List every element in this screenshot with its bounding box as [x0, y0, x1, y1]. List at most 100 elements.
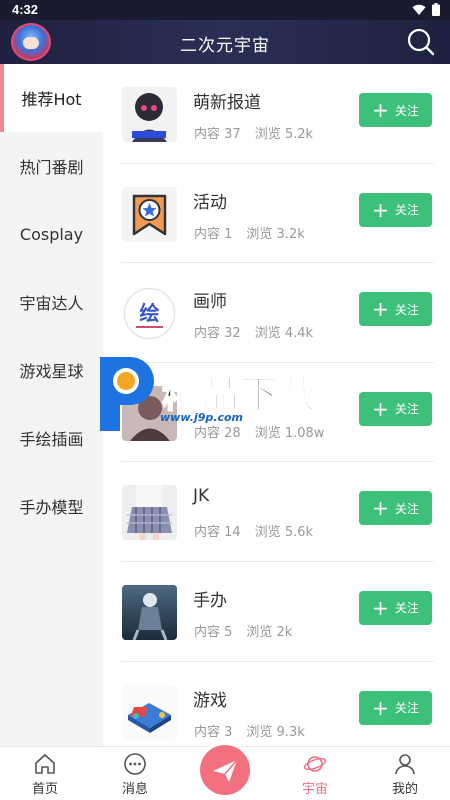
plus-icon: + — [372, 695, 389, 720]
list-item[interactable]: JK 内容 14 浏览 5.6k + 关注 — [103, 462, 450, 562]
plus-icon: + — [372, 496, 389, 521]
nav-home[interactable]: 首页 — [0, 747, 90, 800]
sidebar-item-recommend[interactable]: 推荐Hot — [0, 64, 103, 132]
app-root: 4:32 二次元宇宙 推荐Hot 热门番剧 Cosplay 宇宙达人 游戏星球 … — [0, 0, 450, 800]
follow-button[interactable]: + 关注 — [359, 292, 432, 327]
follow-button[interactable]: + 关注 — [359, 93, 432, 127]
status-bar: 4:32 — [0, 0, 450, 20]
sidebar-item-label: 热门番剧 — [19, 158, 84, 177]
topic-stats: 内容 3 浏览 9.3k — [194, 721, 305, 740]
plus-icon: + — [372, 595, 389, 620]
nav-messages[interactable]: 消息 — [90, 747, 180, 800]
follow-button[interactable]: + 关注 — [359, 192, 432, 227]
follow-button[interactable]: + 关注 — [359, 690, 432, 725]
wifi-icon — [412, 4, 426, 15]
content-count: 内容 5 — [194, 624, 233, 640]
planet-icon — [303, 756, 327, 772]
app-header: 二次元宇宙 — [0, 20, 450, 64]
anime-girl-thumbnail — [122, 87, 177, 142]
follow-button[interactable]: + 关注 — [359, 590, 432, 625]
sidebar-item-label: 宇宙达人 — [19, 294, 84, 313]
plus-icon: + — [372, 98, 389, 122]
topic-stats: 内容 37 浏览 5.2k — [194, 123, 313, 142]
sidebar-item-label: Cosplay — [19, 224, 84, 244]
star-bookmark-icon — [122, 186, 177, 242]
user-icon — [395, 754, 415, 775]
list-item[interactable]: 绘 画师 内容 32 浏览 4.4k + 关注 — [103, 263, 450, 363]
publish-button[interactable] — [200, 745, 250, 795]
topic-stats: 内容 14 浏览 5.6k — [194, 521, 313, 540]
follow-label: 关注 — [394, 203, 419, 218]
nav-label: 宇宙 — [301, 782, 328, 797]
plus-icon: + — [372, 197, 389, 222]
send-icon — [213, 759, 238, 782]
view-count: 浏览 4.4k — [254, 326, 314, 342]
jk-uniform-thumbnail — [122, 485, 177, 541]
view-count: 浏览 1.08w — [254, 425, 325, 441]
sidebar-item-label: 推荐Hot — [21, 90, 82, 109]
view-count: 浏览 5.2k — [254, 127, 314, 142]
view-count: 浏览 5.6k — [254, 525, 314, 541]
painter-badge-icon: 绘 — [122, 286, 177, 342]
sidebar-item-label: 手办模型 — [19, 498, 84, 517]
topic-list: 萌新报道 内容 37 浏览 5.2k + 关注 活动 内容 1 浏览 3.2k + — [103, 64, 450, 746]
battery-icon — [432, 3, 440, 16]
topic-stats: 内容 5 浏览 2k — [194, 621, 292, 640]
follow-label: 关注 — [394, 103, 419, 118]
sidebar-item-anime[interactable]: 热门番剧 — [0, 132, 103, 200]
sidebar-item-games[interactable]: 游戏星球 — [0, 336, 103, 404]
list-item[interactable]: 萌新报道 内容 37 浏览 5.2k + 关注 — [103, 64, 450, 164]
topic-stats: 内容 32 浏览 4.4k — [194, 322, 313, 341]
view-count: 浏览 3.2k — [246, 226, 305, 242]
plus-icon: + — [372, 396, 389, 421]
list-item[interactable]: 内容 28 浏览 1.08w + 关注 — [103, 363, 450, 463]
follow-button[interactable]: + 关注 — [359, 491, 432, 526]
character-thumbnail — [122, 385, 177, 441]
message-icon — [124, 753, 146, 775]
topic-title: 活动 — [193, 192, 227, 213]
follow-label: 关注 — [394, 701, 419, 716]
sidebar-item-cosplay[interactable]: Cosplay — [0, 200, 103, 268]
list-item[interactable]: 游戏 内容 3 浏览 9.3k + 关注 — [103, 662, 450, 746]
svg-text:绘: 绘 — [140, 301, 160, 325]
view-count: 浏览 9.3k — [246, 724, 305, 740]
content-count: 内容 37 — [194, 127, 241, 142]
follow-label: 关注 — [394, 601, 419, 616]
topic-title: 萌新报道 — [193, 93, 261, 113]
topic-stats: 内容 28 浏览 1.08w — [194, 422, 324, 441]
topic-title: 画师 — [193, 292, 227, 313]
status-icons — [412, 3, 440, 16]
game-console-icon — [122, 684, 177, 740]
content-count: 内容 1 — [194, 226, 233, 242]
content-count: 内容 32 — [194, 326, 241, 342]
sidebar-item-illustration[interactable]: 手绘插画 — [0, 404, 103, 472]
content-count: 内容 28 — [194, 425, 241, 441]
search-icon[interactable] — [406, 27, 436, 57]
follow-label: 关注 — [394, 402, 419, 417]
content-count: 内容 14 — [194, 525, 241, 541]
nav-label: 消息 — [121, 782, 148, 797]
list-item[interactable]: 手办 内容 5 浏览 2k + 关注 — [103, 562, 450, 662]
figure-thumbnail — [122, 584, 177, 640]
follow-label: 关注 — [394, 501, 419, 516]
sidebar-item-label: 手绘插画 — [19, 430, 84, 449]
content-count: 内容 3 — [194, 724, 233, 740]
topic-stats: 内容 1 浏览 3.2k — [194, 223, 305, 242]
nav-label: 我的 — [391, 782, 418, 797]
topic-title: JK — [193, 486, 210, 507]
follow-label: 关注 — [394, 302, 419, 317]
list-item[interactable]: 活动 内容 1 浏览 3.2k + 关注 — [103, 164, 450, 264]
nav-universe[interactable]: 宇宙 — [270, 747, 360, 800]
category-sidebar: 推荐Hot 热门番剧 Cosplay 宇宙达人 游戏星球 手绘插画 手办模型 — [0, 64, 103, 746]
sidebar-item-experts[interactable]: 宇宙达人 — [0, 268, 103, 336]
status-time: 4:32 — [12, 2, 39, 17]
sidebar-item-label: 游戏星球 — [19, 362, 84, 381]
nav-profile[interactable]: 我的 — [360, 747, 450, 800]
page-title: 二次元宇宙 — [180, 36, 270, 56]
plus-icon: + — [372, 297, 389, 322]
nav-label: 首页 — [31, 782, 58, 797]
topic-title: 游戏 — [193, 690, 227, 711]
sidebar-item-figures[interactable]: 手办模型 — [0, 472, 103, 540]
view-count: 浏览 2k — [246, 624, 293, 640]
follow-button[interactable]: + 关注 — [359, 391, 432, 426]
